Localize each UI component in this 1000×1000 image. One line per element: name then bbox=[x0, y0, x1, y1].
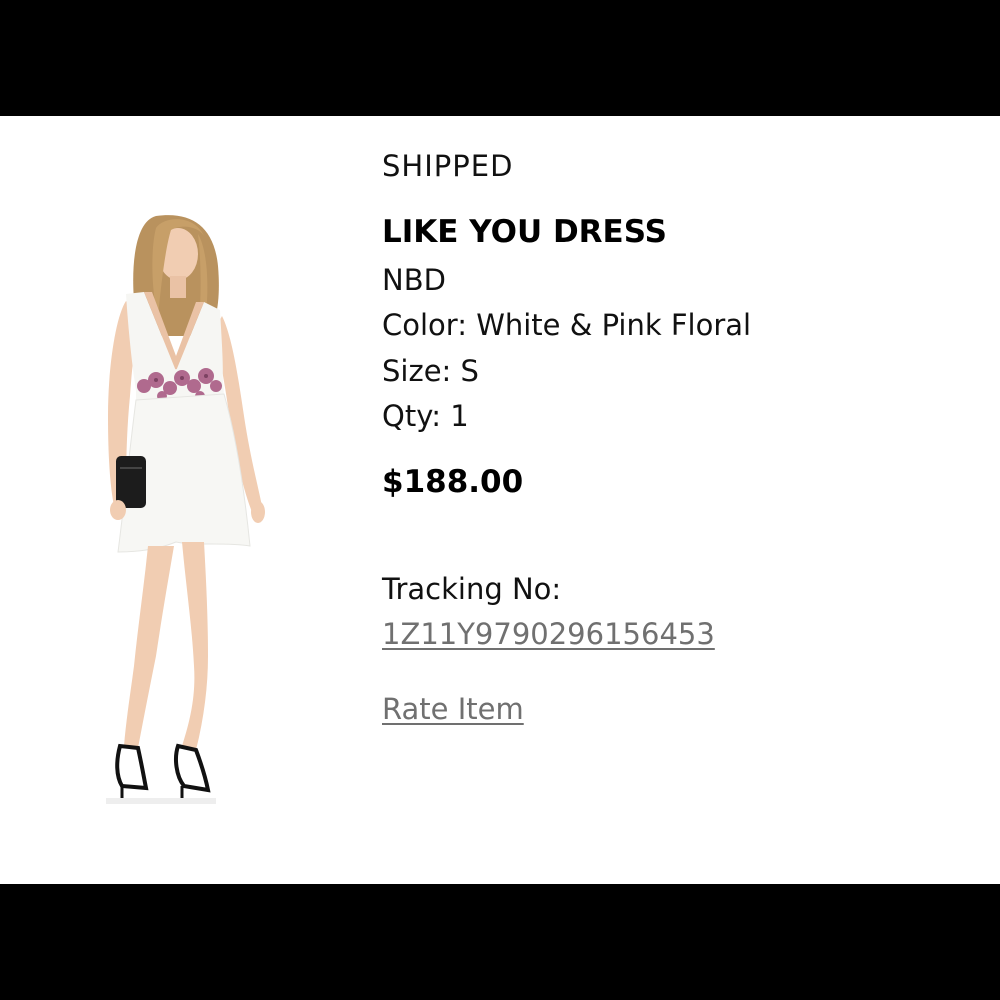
product-color: Color: White & Pink Floral bbox=[382, 308, 752, 342]
tracking-number-link[interactable]: 1Z11Y9790296156453 bbox=[382, 617, 715, 651]
product-image[interactable] bbox=[86, 206, 276, 806]
rate-item-link[interactable]: Rate Item bbox=[382, 692, 524, 726]
screen: SHIPPED LIKE YOU DRESS NBD Color: White … bbox=[0, 0, 1000, 1000]
order-item-card: SHIPPED LIKE YOU DRESS NBD Color: White … bbox=[0, 116, 1000, 884]
shipping-status: SHIPPED bbox=[382, 149, 514, 183]
product-quantity: Qty: 1 bbox=[382, 399, 469, 433]
tracking-label: Tracking No: bbox=[382, 572, 562, 606]
product-size: Size: S bbox=[382, 354, 479, 388]
product-brand: NBD bbox=[382, 263, 446, 297]
letterbox-bottom bbox=[0, 884, 1000, 1000]
letterbox-top bbox=[0, 0, 1000, 116]
product-name[interactable]: LIKE YOU DRESS bbox=[382, 214, 667, 250]
product-price: $188.00 bbox=[382, 464, 524, 500]
